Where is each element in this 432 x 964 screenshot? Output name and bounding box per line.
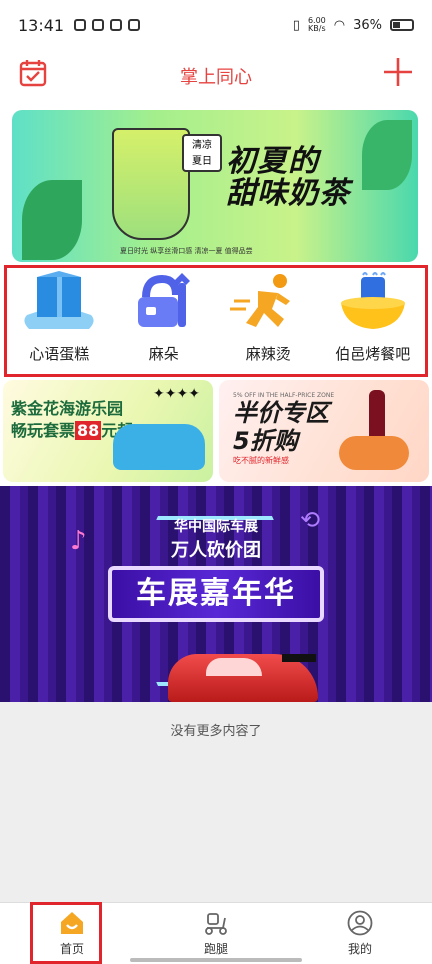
hotpot-bowl-icon — [340, 272, 405, 329]
milk-tea-banner[interactable]: 清凉 夏日 初夏的 甜味奶茶 夏日时光 纵享丝滑口感 清凉一夏 值得品尝 — [12, 110, 418, 262]
home-indicator — [130, 958, 302, 962]
category-item-maduo[interactable]: 麻朵 — [112, 268, 217, 374]
user-icon — [347, 910, 373, 936]
promo-left-price: 88 — [75, 421, 102, 440]
home-icon — [61, 912, 83, 934]
car-spoiler — [282, 654, 316, 662]
banner-fine-print: 夏日时光 纵享丝滑口感 清凉一夏 值得品尝 — [120, 247, 253, 255]
battery-percent: 36% — [353, 17, 382, 33]
running-man-icon — [230, 274, 291, 327]
notification-icon — [74, 19, 87, 31]
plus-icon[interactable] — [382, 56, 414, 88]
promo-left-line1: 紫金花海游乐园 — [11, 399, 124, 418]
tab-label: 跑腿 — [203, 942, 228, 956]
tab-errand[interactable]: 跑腿 — [144, 903, 288, 964]
vibrate-icon: ▯ — [292, 17, 300, 33]
promo-left-prefix: 畅玩套票 — [11, 421, 76, 440]
promo-right-line1: 半价专区 — [233, 399, 329, 427]
banner-headline: 初夏的 甜味奶茶 — [226, 146, 350, 210]
music-note-icon: ♪ — [70, 526, 87, 556]
app-header: 掌上同心 — [0, 50, 432, 102]
auto-show-line1: 华中国际车展 — [174, 519, 258, 535]
category-label: 伯邑烤餐吧 — [335, 345, 411, 363]
page-title: 掌上同心 — [180, 67, 252, 88]
leaf-decoration — [362, 120, 412, 190]
category-label: 心语蛋糕 — [29, 345, 90, 363]
banner-headline-line2: 甜味奶茶 — [226, 176, 350, 211]
milk-tea-cup-image — [112, 128, 190, 240]
amusement-park-promo[interactable]: 紫金花海游乐园 畅玩套票88元起 ✦✦✦✦ — [3, 380, 213, 482]
promo-right-text: 5% OFF IN THE HALF-PRICE ZONE 半价专区 5折购 吃… — [233, 392, 334, 466]
promo-right-line2: 5折购 — [233, 427, 298, 455]
app-screen: { "status_bar": {"time": "13:41", "speed… — [0, 0, 432, 964]
category-item-bbq[interactable]: 伯邑烤餐吧 — [321, 268, 426, 374]
empty-area — [0, 762, 432, 902]
battery-icon — [390, 19, 414, 31]
auto-show-main-title: 车展嘉年华 — [108, 566, 324, 622]
wine-bottle-image — [369, 390, 385, 440]
repair-tools-icon — [137, 273, 190, 327]
banner-tag-line2: 夏日 — [192, 156, 212, 167]
category-item-cake[interactable]: 心语蛋糕 — [7, 268, 112, 374]
network-speed: 6.00 KB/s — [308, 17, 326, 33]
no-more-content: 没有更多内容了 — [0, 702, 432, 762]
calendar-check-icon[interactable] — [18, 58, 48, 88]
category-grid: 心语蛋糕 麻朵 麻辣烫 伯邑烤餐吧 — [4, 265, 428, 377]
notification-icon — [92, 19, 105, 31]
tab-mine[interactable]: 我的 — [288, 903, 432, 964]
network-speed-unit: KB/s — [308, 24, 326, 33]
tab-label: 我的 — [347, 942, 372, 956]
category-label: 麻辣烫 — [245, 345, 291, 363]
category-item-malatang[interactable]: 麻辣烫 — [216, 268, 321, 374]
tab-label: 首页 — [59, 942, 84, 956]
arrow-decoration-icon: ⟲ — [300, 506, 321, 534]
notification-icon — [110, 19, 123, 31]
status-right: ▯ 6.00 KB/s ◠ 36% — [293, 17, 414, 33]
gift-box-icon — [24, 271, 94, 329]
auto-show-banner[interactable]: 华中国际车展 万人砍价团 车展嘉年华 ♪ ⟲ — [0, 486, 432, 702]
promo-right-small: 5% OFF IN THE HALF-PRICE ZONE — [233, 392, 335, 399]
notification-icon — [128, 19, 141, 31]
tab-home[interactable]: 首页 — [0, 903, 144, 964]
auto-show-line2: 万人砍价团 — [171, 540, 261, 561]
main-content: 清凉 夏日 初夏的 甜味奶茶 夏日时光 纵享丝滑口感 清凉一夏 值得品尝 心语蛋… — [0, 102, 432, 902]
stars-decoration: ✦✦✦✦ — [153, 386, 200, 402]
half-price-promo[interactable]: 5% OFF IN THE HALF-PRICE ZONE 半价专区 5折购 吃… — [219, 380, 429, 482]
wifi-icon: ◠ — [333, 17, 346, 33]
bumper-car-image — [113, 424, 205, 470]
leaf-decoration — [22, 180, 82, 260]
banner-tag-line1: 清凉 — [192, 140, 212, 151]
bottom-tab-bar: 首页 跑腿 我的 — [0, 902, 432, 964]
category-label: 麻朵 — [148, 345, 179, 363]
food-plate-image — [339, 436, 409, 470]
status-time: 13:41 — [18, 15, 65, 35]
status-bar: 13:41 ▯ 6.00 KB/s ◠ 36% — [0, 0, 432, 50]
scooter-icon — [205, 913, 227, 935]
promo-right-sub: 吃不腻的新鲜感 — [233, 456, 289, 465]
banner-tag: 清凉 夏日 — [182, 134, 222, 172]
banner-headline-line1: 初夏的 — [226, 144, 319, 179]
